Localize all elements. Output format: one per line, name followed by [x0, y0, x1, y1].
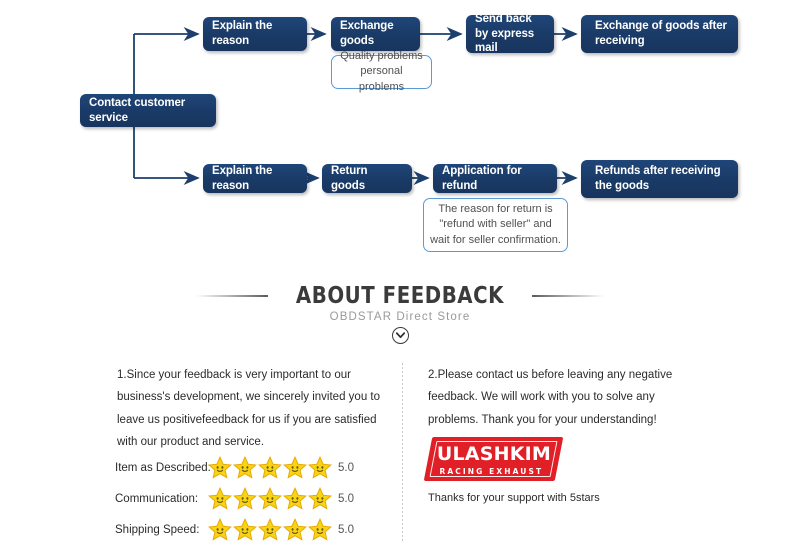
star-icon	[308, 518, 332, 541]
flow-callout-exchange-reasons: Quality problems personal problems	[331, 50, 432, 93]
flow-node-contact-customer-service[interactable]: Contact customer service	[80, 94, 216, 127]
star-icon	[283, 518, 307, 541]
flow-node-application-for-refund[interactable]: Application for refund	[433, 164, 557, 193]
flow-node-label: Send back by express mail	[475, 12, 535, 55]
chevron-down-glyph	[395, 332, 405, 339]
flowchart: Contact customer service Explain the rea…	[0, 0, 800, 280]
star-rating-shipping-speed[interactable]	[208, 518, 333, 541]
star-icon	[233, 518, 257, 541]
ratings-list: Item as Described: 5.0 Communication: 5.…	[115, 452, 385, 545]
flow-node-send-back-by-express-mail[interactable]: Send back by express mail	[466, 12, 554, 55]
rating-label: Item as Described:	[115, 461, 211, 474]
flow-node-label: Refunds after receiving the goods	[595, 165, 721, 192]
flow-node-label: Exchange goods	[340, 20, 394, 47]
star-icon	[308, 456, 332, 479]
rating-row-shipping-speed: Shipping Speed: 5.0	[115, 514, 385, 545]
brand-name: ULASHKIM	[437, 442, 552, 465]
star-rating-communication[interactable]	[208, 487, 333, 510]
column-divider	[402, 363, 403, 543]
star-icon	[233, 487, 257, 510]
star-icon	[233, 456, 257, 479]
about-feedback-header: ABOUT FEEDBACK OBDSTAR Direct Store	[0, 283, 800, 353]
star-icon	[208, 487, 232, 510]
rating-score: 5.0	[338, 523, 354, 536]
flow-callout-refund-reason: The reason for return is "refund with se…	[423, 198, 568, 252]
brand-logo: ULASHKIM RACING EXHAUST	[423, 437, 564, 481]
star-icon	[258, 487, 282, 510]
header-rule-left	[196, 295, 269, 297]
flow-node-label: Exchange of goods after receiving	[595, 20, 727, 47]
chevron-down-icon[interactable]	[391, 327, 409, 344]
flow-node-exchange-goods[interactable]: Exchange goods	[331, 17, 420, 51]
rating-score: 5.0	[338, 461, 354, 474]
rating-row-communication: Communication: 5.0	[115, 483, 385, 514]
flow-node-explain-the-reason-refund[interactable]: Explain the reason	[203, 164, 307, 193]
feedback-paragraph-left: 1.Since your feedback is very important …	[117, 369, 381, 449]
flow-node-explain-the-reason-exchange[interactable]: Explain the reason	[203, 17, 307, 51]
flow-node-refunds-after-receiving-the-goods[interactable]: Refunds after receiving the goods	[581, 160, 738, 198]
callout-line: Quality problems	[340, 49, 423, 62]
flow-node-label: Explain the reason	[212, 20, 273, 47]
about-title-row: ABOUT FEEDBACK	[0, 283, 800, 309]
star-icon	[283, 456, 307, 479]
flow-node-label: Contact customer service	[89, 96, 186, 124]
star-icon	[208, 518, 232, 541]
flow-node-label: Application for refund	[442, 164, 522, 192]
star-icon	[208, 456, 232, 479]
flow-node-exchange-of-goods-after-receiving[interactable]: Exchange of goods after receiving	[581, 15, 738, 53]
rating-label: Communication:	[115, 492, 199, 505]
star-icon	[258, 518, 282, 541]
store-subtitle: OBDSTAR Direct Store	[329, 311, 471, 323]
callout-line: "refund with seller" and	[439, 218, 552, 231]
flow-node-return-goods[interactable]: Return goods	[322, 164, 412, 193]
feedback-paragraph-right: 2.Please contact us before leaving any n…	[428, 369, 673, 426]
rating-label: Shipping Speed:	[115, 523, 200, 536]
star-icon	[258, 456, 282, 479]
rating-score: 5.0	[338, 492, 354, 505]
flow-node-label: Return goods	[331, 164, 368, 192]
callout-line: The reason for return is	[438, 202, 553, 215]
page-title: ABOUT FEEDBACK	[295, 283, 505, 309]
brand-tagline: RACING EXHAUST	[439, 466, 543, 476]
callout-line: wait for seller confirmation.	[430, 233, 561, 246]
star-rating-item-as-described[interactable]	[208, 456, 333, 479]
brand-logo-block: ULASHKIM RACING EXHAUST Thanks for your …	[423, 437, 600, 504]
thanks-message: Thanks for your support with 5stars	[428, 492, 600, 504]
header-rule-right	[531, 295, 604, 297]
star-icon	[308, 487, 332, 510]
flow-node-label: Explain the reason	[212, 164, 273, 192]
star-icon	[283, 487, 307, 510]
rating-row-item-as-described: Item as Described: 5.0	[115, 452, 385, 483]
callout-line: personal problems	[358, 65, 405, 93]
